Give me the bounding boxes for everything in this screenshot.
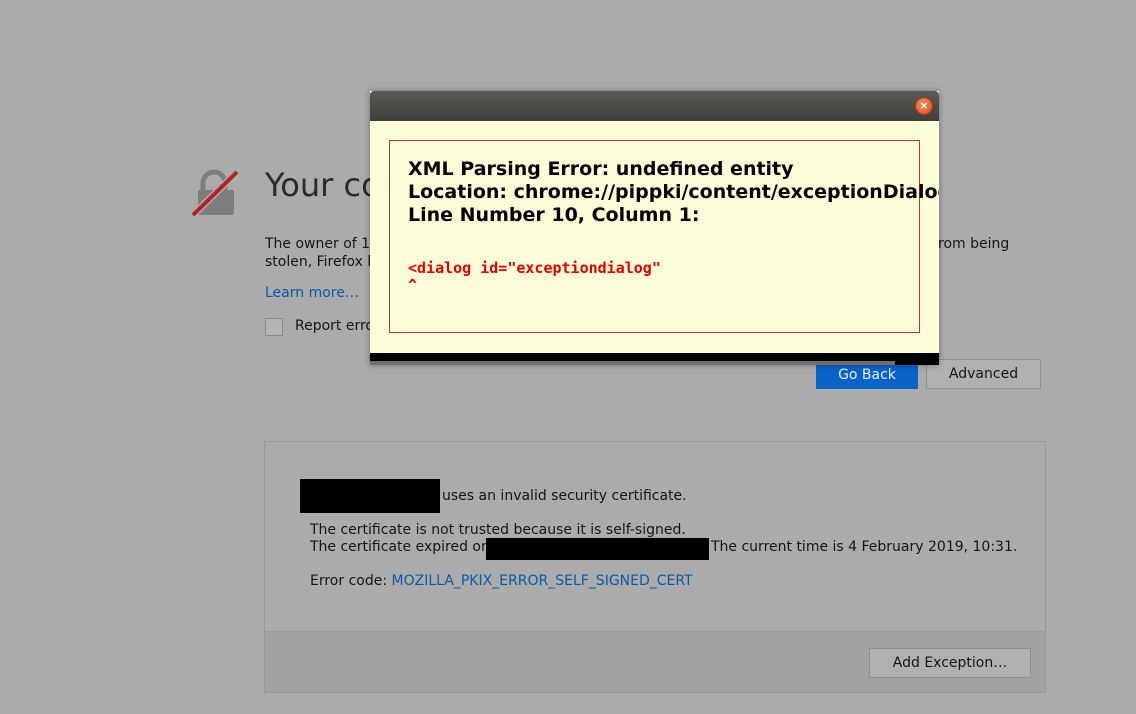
error-location: Location: chrome://pippki/content/except… [408, 181, 939, 203]
source-text: <dialog id="exceptiondialog" [408, 259, 661, 277]
page-title: Your co [265, 166, 381, 204]
dialog-scrollbar[interactable] [370, 361, 895, 365]
dialog-titlebar[interactable]: × [370, 91, 939, 121]
description-line-1: The owner of 16 [265, 236, 379, 252]
go-back-button[interactable]: Go Back [816, 361, 918, 389]
redacted-expiry-date [486, 538, 709, 560]
error-line-number: Line Number 10, Column 1: [408, 204, 700, 226]
current-time-text: The current time is 4 February 2019, 10:… [711, 539, 1018, 555]
dialog-content: XML Parsing Error: undefined entity Loca… [370, 121, 939, 353]
xml-error-dialog: × XML Parsing Error: undefined entity Lo… [370, 91, 939, 365]
dialog-corner [895, 361, 939, 365]
error-code-row: Error code: MOZILLA_PKIX_ERROR_SELF_SIGN… [310, 573, 693, 589]
advanced-button[interactable]: Advanced [926, 359, 1041, 389]
not-trusted-text: The certificate is not trusted because i… [310, 522, 686, 538]
report-errors-checkbox[interactable] [265, 318, 283, 336]
broken-lock-icon [190, 168, 240, 218]
error-code-label: Error code: [310, 573, 388, 589]
error-code-link[interactable]: MOZILLA_PKIX_ERROR_SELF_SIGNED_CERT [392, 573, 693, 589]
learn-more-link[interactable]: Learn more… [265, 285, 359, 301]
source-caret: ^ [408, 276, 418, 294]
invalid-cert-text: uses an invalid security certificate. [442, 488, 687, 504]
error-title: XML Parsing Error: undefined entity [408, 158, 794, 180]
expired-prefix-text: The certificate expired on [310, 539, 490, 555]
close-icon[interactable]: × [915, 97, 933, 115]
report-errors-label: Report erro [295, 318, 374, 334]
description-line-2: stolen, Firefox h [265, 254, 377, 270]
redacted-hostname [300, 479, 440, 513]
description-right-fragment: rom being [938, 236, 1010, 252]
advanced-panel: uses an invalid security certificate. Th… [264, 441, 1046, 693]
add-exception-button[interactable]: Add Exception… [869, 648, 1031, 678]
dialog-bottom-bar [370, 353, 939, 361]
parser-error-box: XML Parsing Error: undefined entity Loca… [389, 140, 939, 333]
